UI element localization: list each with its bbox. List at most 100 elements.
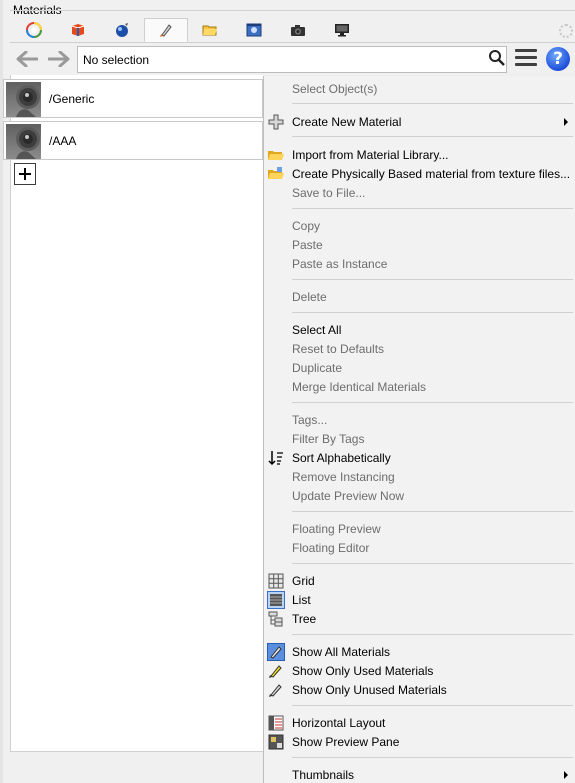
selection-text: No selection xyxy=(83,53,150,67)
tab-materials-book[interactable] xyxy=(56,18,100,42)
arrow-left-icon xyxy=(16,51,38,67)
menu-label: Thumbnails xyxy=(292,768,355,782)
brush-used-icon xyxy=(269,665,282,678)
brush-all-icon xyxy=(267,643,285,661)
tab-texture[interactable] xyxy=(232,18,276,42)
search-icon xyxy=(489,50,505,66)
menu-label: Horizontal Layout xyxy=(292,716,386,730)
menu-item-import-library[interactable]: Import from Material Library... xyxy=(264,145,575,164)
tab-camera[interactable] xyxy=(276,18,320,42)
menu-item-show-preview-pane[interactable]: Show Preview Pane xyxy=(264,732,575,751)
menu-label: Select All xyxy=(292,323,342,337)
menu-item-floating-preview[interactable]: Floating Preview xyxy=(264,519,575,538)
menu-item-list[interactable]: List xyxy=(264,590,575,609)
material-item[interactable]: /AAA xyxy=(3,121,263,160)
menu-separator xyxy=(292,634,573,635)
menu-item-create-new-material[interactable]: Create New Material xyxy=(264,112,575,131)
menu-item-floating-editor[interactable]: Floating Editor xyxy=(264,538,575,557)
tab-folder[interactable] xyxy=(188,18,232,42)
menu-label: Update Preview Now xyxy=(292,489,405,503)
menu-item-merge-identical[interactable]: Merge Identical Materials xyxy=(264,377,575,396)
material-item[interactable]: /Generic xyxy=(3,79,263,118)
menu-label: Paste as Instance xyxy=(292,257,388,271)
settings-gear-icon[interactable] xyxy=(559,24,573,38)
menu-item-duplicate[interactable]: Duplicate xyxy=(264,358,575,377)
menu-item-sort-alpha[interactable]: Sort Alphabetically xyxy=(264,448,575,467)
folder-open-icon xyxy=(268,151,284,160)
hamburger-line xyxy=(515,56,537,59)
menu-label: Tree xyxy=(292,612,317,626)
help-icon[interactable]: ? xyxy=(546,47,570,71)
menu-item-tree[interactable]: Tree xyxy=(264,609,575,628)
horizontal-layout-icon xyxy=(268,715,284,731)
title-divider xyxy=(10,10,575,11)
menu-label: Show Preview Pane xyxy=(292,735,400,749)
menu-item-filter-tags[interactable]: Filter By Tags xyxy=(264,429,575,448)
status-bar xyxy=(10,752,263,783)
menu-item-grid[interactable]: Grid xyxy=(264,571,575,590)
folder-texture-icon xyxy=(268,167,284,179)
back-button[interactable] xyxy=(14,47,40,71)
menu-label: Paste xyxy=(292,238,323,252)
environment-globe-icon xyxy=(116,23,128,37)
menu-item-copy[interactable]: Copy xyxy=(264,216,575,235)
add-material-button[interactable] xyxy=(14,163,36,185)
materials-toolbar: No selection ? xyxy=(10,42,575,74)
menu-label: Import from Material Library... xyxy=(292,148,449,162)
menu-label: Sort Alphabetically xyxy=(292,451,391,465)
menu-separator xyxy=(292,402,573,403)
menu-item-delete[interactable]: Delete xyxy=(264,287,575,306)
selection-field[interactable]: No selection xyxy=(77,46,507,73)
tab-monitor[interactable] xyxy=(320,18,364,42)
menu-item-update-preview[interactable]: Update Preview Now xyxy=(264,486,575,505)
tab-environment[interactable] xyxy=(100,18,144,42)
material-thumbnail-icon xyxy=(6,124,41,159)
panel-tabs xyxy=(12,18,364,42)
menu-label: Create New Material xyxy=(292,115,402,129)
menu-item-horizontal-layout[interactable]: Horizontal Layout xyxy=(264,713,575,732)
brush-unused-icon xyxy=(269,684,282,697)
decal-brush-icon xyxy=(160,24,172,37)
menu-label: Tags... xyxy=(292,413,328,427)
menu-item-show-all[interactable]: Show All Materials xyxy=(264,642,575,661)
menu-item-select-objects[interactable]: Select Object(s) xyxy=(264,79,575,98)
color-wheel-icon xyxy=(26,22,42,38)
grid-icon xyxy=(268,573,284,589)
menu-item-tags[interactable]: Tags... xyxy=(264,410,575,429)
tab-color-wheel[interactable] xyxy=(12,18,56,42)
menu-item-remove-instancing[interactable]: Remove Instancing xyxy=(264,467,575,486)
tree-icon xyxy=(268,611,283,627)
menu-item-show-unused[interactable]: Show Only Unused Materials xyxy=(264,680,575,699)
monitor-icon xyxy=(335,24,349,37)
materials-book-icon xyxy=(71,24,85,36)
menu-label: Floating Preview xyxy=(292,522,381,536)
tab-decals[interactable] xyxy=(144,18,188,42)
search-button[interactable] xyxy=(486,47,508,69)
hamburger-line xyxy=(515,63,537,66)
menu-item-thumbnails[interactable]: Thumbnails xyxy=(264,765,575,783)
menu-button[interactable] xyxy=(515,49,537,69)
context-menu: Select Object(s) Create New Material Imp… xyxy=(263,76,575,783)
submenu-arrow-icon xyxy=(564,118,568,126)
menu-label: Remove Instancing xyxy=(292,470,395,484)
menu-separator xyxy=(292,279,573,280)
menu-separator xyxy=(292,103,573,104)
menu-label: Grid xyxy=(292,574,315,588)
arrow-right-icon xyxy=(48,51,70,67)
menu-label: List xyxy=(292,593,311,607)
menu-item-show-used[interactable]: Show Only Used Materials xyxy=(264,661,575,680)
menu-separator xyxy=(292,312,573,313)
material-name: /AAA xyxy=(49,134,77,148)
plus-icon xyxy=(268,114,284,130)
menu-item-create-pbr[interactable]: Create Physically Based material from te… xyxy=(264,164,575,183)
forward-button[interactable] xyxy=(46,47,72,71)
menu-label: Floating Editor xyxy=(292,541,370,555)
materials-panel: Materials No selection ? /Generic /AAA S… xyxy=(0,0,575,783)
menu-item-paste-instance[interactable]: Paste as Instance xyxy=(264,254,575,273)
menu-label: Delete xyxy=(292,290,327,304)
menu-item-save-to-file[interactable]: Save to File... xyxy=(264,183,575,202)
menu-item-paste[interactable]: Paste xyxy=(264,235,575,254)
menu-separator xyxy=(292,511,573,512)
menu-item-select-all[interactable]: Select All xyxy=(264,320,575,339)
menu-item-reset-defaults[interactable]: Reset to Defaults xyxy=(264,339,575,358)
